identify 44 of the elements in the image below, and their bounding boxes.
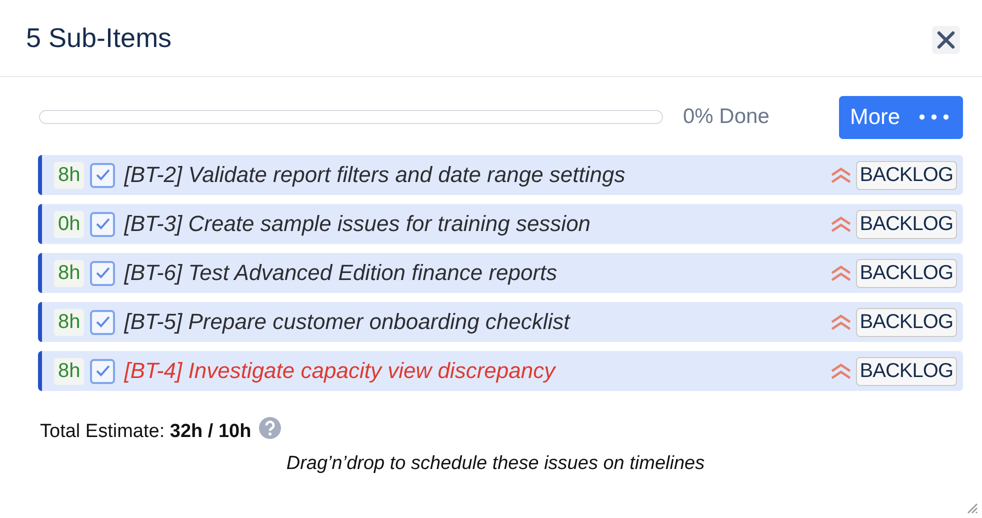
priority-icon xyxy=(830,362,852,380)
checkbox[interactable] xyxy=(90,260,116,286)
item-title: [BT-3] Create sample issues for training session xyxy=(124,211,592,237)
sub-item-row[interactable]: 8h [BT-6] Test Advanced Edition finance reports BACKLOG xyxy=(38,253,963,293)
help-icon[interactable] xyxy=(259,417,282,439)
status-label: BACKLOG xyxy=(856,160,957,190)
item-title: [BT-2] Validate report filters and date range settings xyxy=(124,162,626,188)
sub-item-row[interactable]: 8h [BT-4] Investigate capacity view discrepancy BACKLOG xyxy=(38,351,963,391)
sub-item-row[interactable]: 8h [BT-2] Validate report filters and date range settings BACKLOG xyxy=(38,155,963,195)
item-title: [BT-4] Investigate capacity view discrepancy xyxy=(124,358,557,384)
drag-hint: Drag’n’drop to schedule these issues on timelines xyxy=(285,453,706,475)
progress-label: 0% Done xyxy=(683,105,770,129)
checkbox[interactable] xyxy=(90,162,116,188)
item-title: [BT-5] Prepare customer onboarding checklist xyxy=(124,309,572,335)
sub-item-row[interactable]: 0h [BT-3] Create sample issues for training session BACKLOG xyxy=(38,204,963,244)
check-icon xyxy=(94,168,111,182)
check-icon xyxy=(94,217,111,231)
resize-handle-icon[interactable] xyxy=(966,502,978,514)
dots-icon xyxy=(919,114,949,120)
checkbox[interactable] xyxy=(90,212,116,236)
checkbox[interactable] xyxy=(90,310,116,334)
priority-icon xyxy=(830,313,852,331)
status-label: BACKLOG xyxy=(856,210,957,238)
estimate-label: 8h xyxy=(54,162,84,188)
priority-icon xyxy=(830,166,852,184)
item-title: [BT-6] Test Advanced Edition finance reports xyxy=(124,260,558,286)
estimate-label: 8h xyxy=(54,260,84,286)
priority-icon xyxy=(830,264,852,282)
dialog-title: 5 Sub-Items xyxy=(26,22,172,54)
estimate-label: 0h xyxy=(54,210,84,238)
estimate-label: 8h xyxy=(54,308,84,336)
checkbox[interactable] xyxy=(90,358,116,384)
check-icon xyxy=(94,266,111,280)
status-label: BACKLOG xyxy=(856,258,957,288)
status-label: BACKLOG xyxy=(856,356,957,386)
estimate-label: 8h xyxy=(54,358,84,384)
check-icon xyxy=(94,315,111,329)
more-button[interactable]: More xyxy=(839,96,963,138)
priority-icon xyxy=(830,215,852,233)
total-estimate: Total Estimate: 32h / 10h xyxy=(40,421,252,443)
close-button[interactable] xyxy=(932,26,960,54)
check-icon xyxy=(94,364,111,378)
sub-item-row[interactable]: 8h [BT-5] Prepare customer onboarding checklist BACKLOG xyxy=(38,302,963,342)
status-label: BACKLOG xyxy=(856,308,957,336)
